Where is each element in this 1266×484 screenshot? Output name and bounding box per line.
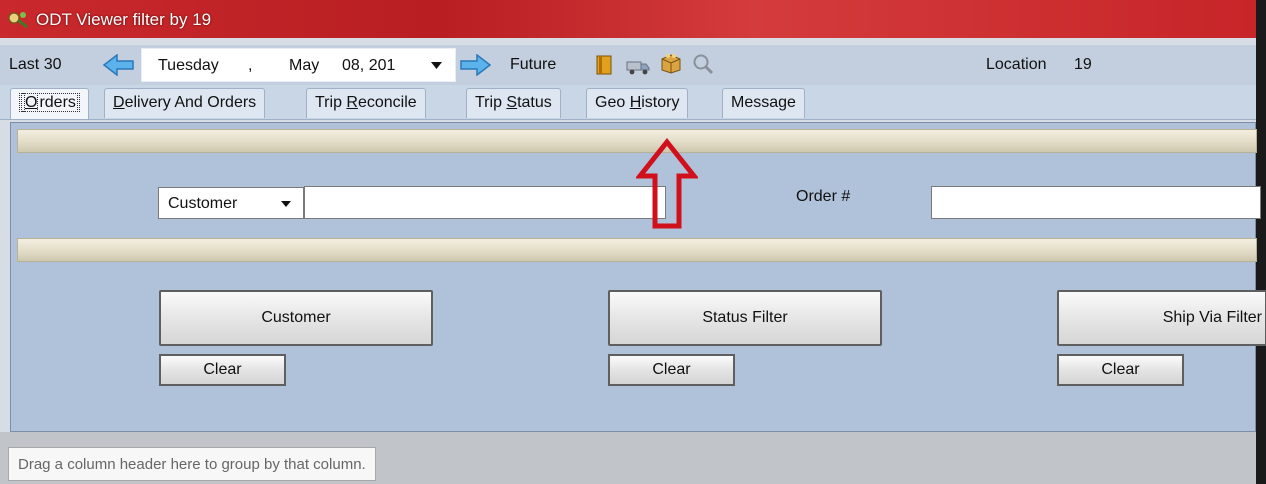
window-title: ODT Viewer filter by 19 [36, 10, 212, 29]
truck-icon[interactable] [626, 59, 650, 75]
date-value[interactable]: 08, 201 [342, 57, 395, 75]
order-number-input[interactable] [931, 186, 1261, 219]
date-separator: , [248, 57, 253, 74]
tab-trip-status[interactable]: Trip Status [466, 88, 561, 118]
title-bar: ODT Viewer filter by 19 [0, 0, 1256, 38]
window-edge [1256, 0, 1266, 484]
location-label: Location [986, 56, 1047, 73]
chevron-down-icon [281, 201, 291, 207]
search-by-value: Customer [168, 195, 238, 212]
ship-via-clear-button[interactable]: Clear [1057, 354, 1184, 386]
search-input[interactable] [304, 186, 666, 219]
tab-trip-reconcile[interactable]: Trip Reconcile [306, 88, 426, 118]
ship-via-filter-label: Ship Via Filter [1162, 309, 1262, 326]
customer-clear-button[interactable]: Clear [159, 354, 286, 386]
grid-group-panel: Drag a column header here to group by th… [0, 432, 1256, 484]
tab-delivery-and-orders[interactable]: Delivery And Orders [104, 88, 266, 118]
customer-filter-button[interactable]: Customer [159, 290, 433, 346]
package-icon[interactable] [660, 52, 682, 74]
book-icon[interactable] [596, 55, 614, 75]
tab-strip: Orders Delivery And Orders Trip Reconcil… [0, 85, 1256, 120]
search-by-dropdown[interactable]: Customer [158, 187, 304, 219]
search-icon[interactable] [692, 53, 714, 75]
date-day[interactable]: Tuesday [158, 57, 219, 75]
tab-message[interactable]: Message [722, 88, 805, 118]
last-30-button[interactable]: Last 30 [9, 56, 61, 74]
order-number-label: Order # [796, 188, 851, 205]
date-month[interactable]: May [289, 57, 319, 75]
status-filter-button[interactable]: Status Filter [608, 290, 882, 346]
chevron-down-icon[interactable] [431, 62, 442, 69]
location-value: 19 [1074, 56, 1092, 73]
tab-geo-history[interactable]: Geo History [586, 88, 689, 118]
tab-orders[interactable]: Orders [10, 88, 89, 119]
status-clear-button[interactable]: Clear [608, 354, 735, 386]
callout-arrow-icon [636, 138, 698, 229]
forward-arrow-icon[interactable] [458, 54, 492, 76]
filter-app-icon [8, 12, 28, 29]
future-button[interactable]: Future [510, 56, 556, 74]
ship-via-filter-button[interactable]: Ship Via Filter [1057, 290, 1266, 346]
group-by-hint: Drag a column header here to group by th… [8, 447, 376, 481]
section-divider-bottom [17, 238, 1257, 262]
filter-panel: Customer Order # Customer Clear Status F… [10, 122, 1266, 432]
toolbar: Last 30 Tuesday , May 08, 201 Future Loc… [0, 45, 1256, 85]
date-picker[interactable]: Tuesday , May 08, 201 [141, 48, 456, 82]
back-arrow-icon[interactable] [102, 54, 136, 76]
